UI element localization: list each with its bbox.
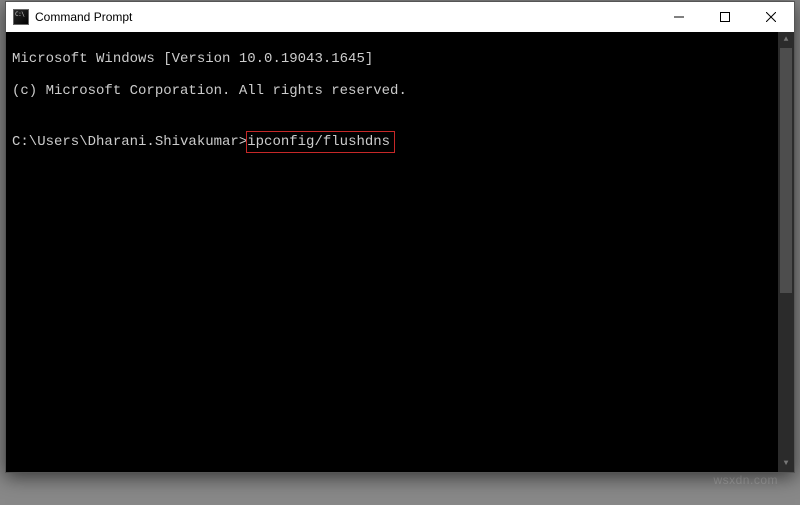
- window-controls: [656, 2, 794, 32]
- copyright-line: (c) Microsoft Corporation. All rights re…: [12, 83, 788, 99]
- vertical-scrollbar[interactable]: ▲ ▼: [778, 32, 794, 472]
- prompt-line: C:\Users\Dharani.Shivakumar>ipconfig/flu…: [12, 131, 395, 153]
- command-highlight: ipconfig/flushdns: [246, 131, 395, 153]
- maximize-button[interactable]: [702, 2, 748, 32]
- scrollbar-thumb[interactable]: [780, 48, 792, 293]
- scroll-down-arrow-icon[interactable]: ▼: [778, 456, 794, 472]
- prompt-path: C:\Users\Dharani.Shivakumar>: [12, 134, 247, 150]
- close-button[interactable]: [748, 2, 794, 32]
- scroll-up-arrow-icon[interactable]: ▲: [778, 32, 794, 48]
- close-icon: [766, 12, 776, 22]
- command-prompt-window: Command Prompt Microsoft Windows [Versio…: [5, 1, 795, 473]
- terminal-output[interactable]: Microsoft Windows [Version 10.0.19043.16…: [6, 32, 794, 472]
- window-title: Command Prompt: [35, 10, 656, 24]
- minimize-button[interactable]: [656, 2, 702, 32]
- minimize-icon: [674, 12, 684, 22]
- scrollbar-track[interactable]: [778, 48, 794, 456]
- watermark-text: wsxdn.com: [713, 473, 778, 487]
- typed-command: ipconfig/flushdns: [247, 134, 390, 150]
- titlebar[interactable]: Command Prompt: [6, 2, 794, 32]
- cmd-icon: [13, 9, 29, 25]
- version-line: Microsoft Windows [Version 10.0.19043.16…: [12, 51, 788, 67]
- maximize-icon: [720, 12, 730, 22]
